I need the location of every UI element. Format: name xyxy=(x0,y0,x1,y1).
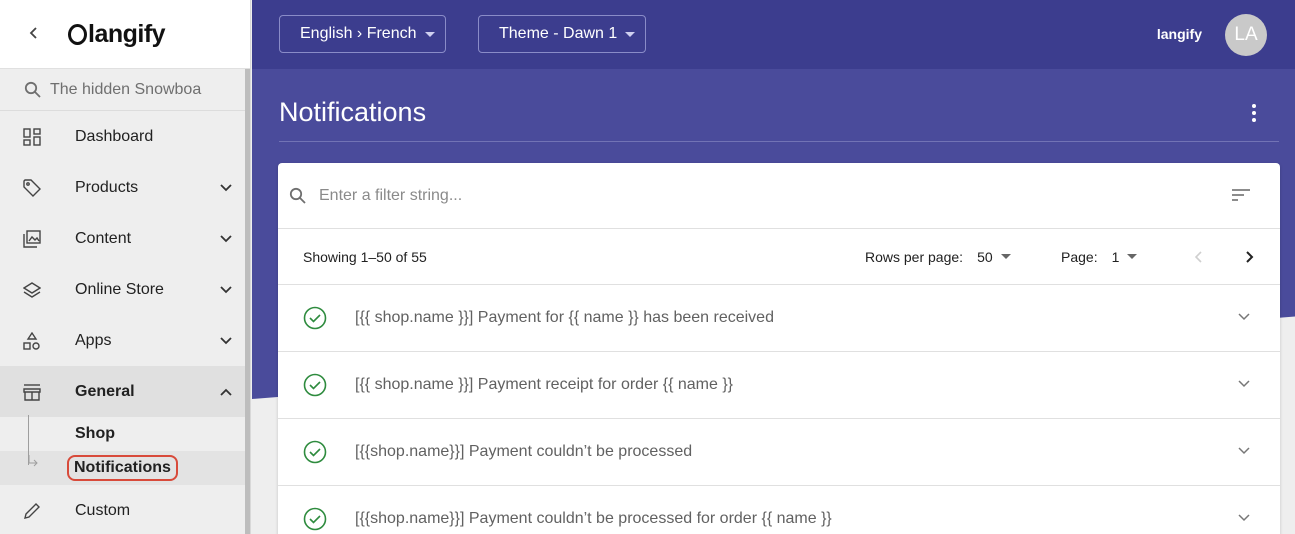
expand-icon[interactable] xyxy=(1238,514,1250,522)
sidebar-scrollbar[interactable] xyxy=(245,69,250,534)
notification-row[interactable]: [{{shop.name}}] Payment couldn’t be proc… xyxy=(278,486,1280,534)
layers-icon xyxy=(0,281,75,299)
theme-select-label: Theme - Dawn 1 xyxy=(499,25,618,42)
filter-bar xyxy=(278,163,1280,229)
sidebar-item-online-store[interactable]: Online Store xyxy=(0,264,250,315)
check-circle-icon xyxy=(303,373,327,397)
notification-title: [{{ shop.name }}] Payment receipt for or… xyxy=(355,376,734,393)
sort-icon[interactable] xyxy=(1232,188,1250,202)
expand-icon[interactable] xyxy=(1238,313,1250,321)
check-circle-icon xyxy=(303,507,327,531)
caret-down-icon xyxy=(625,31,636,37)
rows-per-page: Rows per page: 50 xyxy=(865,249,1011,265)
sidebar: langify The hidden Snowboa Dashboard Pro… xyxy=(0,0,251,534)
page-title: Notifications xyxy=(279,97,427,127)
caret-down-icon xyxy=(424,31,435,37)
images-icon xyxy=(0,229,75,248)
search-icon xyxy=(24,81,41,98)
notification-title: [{{ shop.name }}] Payment for {{ name }}… xyxy=(355,309,774,326)
showing-count: Showing 1–50 of 55 xyxy=(303,248,427,265)
tree-arrow-icon xyxy=(28,455,38,467)
check-circle-icon xyxy=(303,440,327,464)
avatar[interactable]: LA xyxy=(1225,14,1267,56)
apps-icon xyxy=(0,331,75,350)
sidebar-item-label: Products xyxy=(75,178,139,196)
expand-icon[interactable] xyxy=(1238,447,1250,455)
caret-down-icon xyxy=(1127,254,1138,259)
divider xyxy=(279,141,1279,142)
avatar-initials: LA xyxy=(1234,24,1258,45)
filter-input[interactable] xyxy=(319,186,919,205)
sidebar-item-label: General xyxy=(75,382,135,400)
notification-row[interactable]: [{{ shop.name }}] Payment for {{ name }}… xyxy=(278,285,1280,352)
search-icon xyxy=(289,187,306,204)
notification-row[interactable]: [{{ shop.name }}] Payment receipt for or… xyxy=(278,352,1280,419)
sidebar-item-label: Custom xyxy=(75,501,131,519)
prev-page-icon[interactable] xyxy=(1194,250,1204,264)
next-page-icon[interactable] xyxy=(1244,250,1254,264)
sidebar-subitem-label: Notifications xyxy=(67,455,178,481)
page-value: 1 xyxy=(1111,248,1120,265)
store-icon xyxy=(0,383,75,401)
caret-down-icon xyxy=(1000,254,1011,259)
sidebar-item-label: Content xyxy=(75,229,132,247)
langify-logo-mark-icon xyxy=(68,23,87,45)
rows-per-page-value: 50 xyxy=(977,248,993,265)
chevron-down-icon[interactable] xyxy=(202,336,250,345)
rows-per-page-label: Rows per page: xyxy=(865,248,964,265)
expand-icon[interactable] xyxy=(1238,380,1250,388)
logo-text: langify xyxy=(88,19,166,48)
sidebar-item-general[interactable]: General xyxy=(0,366,250,417)
check-circle-icon xyxy=(303,306,327,330)
pencil-icon xyxy=(0,502,75,520)
back-chevron-icon[interactable] xyxy=(0,23,68,46)
tag-icon xyxy=(0,178,75,197)
page-select[interactable]: 1 xyxy=(1112,249,1138,265)
language-select[interactable]: English › French xyxy=(279,15,446,53)
notifications-card: Showing 1–50 of 55 Rows per page: 50 Pag… xyxy=(278,163,1280,534)
chevron-down-icon[interactable] xyxy=(202,183,250,192)
sidebar-item-label: Dashboard xyxy=(75,127,154,145)
sidebar-item-content[interactable]: Content xyxy=(0,213,250,264)
language-select-label: English › French xyxy=(300,25,417,42)
sidebar-item-apps[interactable]: Apps xyxy=(0,315,250,366)
langify-logo: langify xyxy=(68,19,166,49)
sidebar-item-custom[interactable]: Custom xyxy=(0,485,250,534)
page-label: Page: xyxy=(1061,248,1098,265)
sidebar-subitem-label: Shop xyxy=(75,425,115,442)
page-selector: Page: 1 xyxy=(1061,248,1138,265)
rows-per-page-select[interactable]: 50 xyxy=(977,249,1011,265)
notification-row[interactable]: [{{shop.name}}] Payment couldn’t be proc… xyxy=(278,419,1280,486)
chevron-up-icon[interactable] xyxy=(202,388,250,396)
more-vert-icon[interactable] xyxy=(1251,104,1257,122)
dashboard-icon xyxy=(0,127,75,146)
sidebar-item-dashboard[interactable]: Dashboard xyxy=(0,111,250,162)
chevron-down-icon[interactable] xyxy=(202,285,250,294)
theme-select[interactable]: Theme - Dawn 1 xyxy=(478,15,647,53)
sidebar-header: langify xyxy=(0,0,250,69)
top-bar: English › French Theme - Dawn 1 langify … xyxy=(252,0,1295,69)
notification-title: [{{shop.name}}] Payment couldn’t be proc… xyxy=(355,510,832,527)
pagination-bar: Showing 1–50 of 55 Rows per page: 50 Pag… xyxy=(278,229,1280,285)
sidebar-search-input[interactable]: The hidden Snowboa xyxy=(50,81,210,99)
sidebar-item-label: Online Store xyxy=(75,280,164,298)
user-name[interactable]: langify xyxy=(1157,26,1202,42)
sidebar-item-label: Apps xyxy=(75,331,112,349)
sidebar-item-products[interactable]: Products xyxy=(0,162,250,213)
sidebar-search[interactable]: The hidden Snowboa xyxy=(0,69,250,111)
chevron-down-icon[interactable] xyxy=(202,234,250,243)
notification-title: [{{shop.name}}] Payment couldn’t be proc… xyxy=(355,443,693,460)
